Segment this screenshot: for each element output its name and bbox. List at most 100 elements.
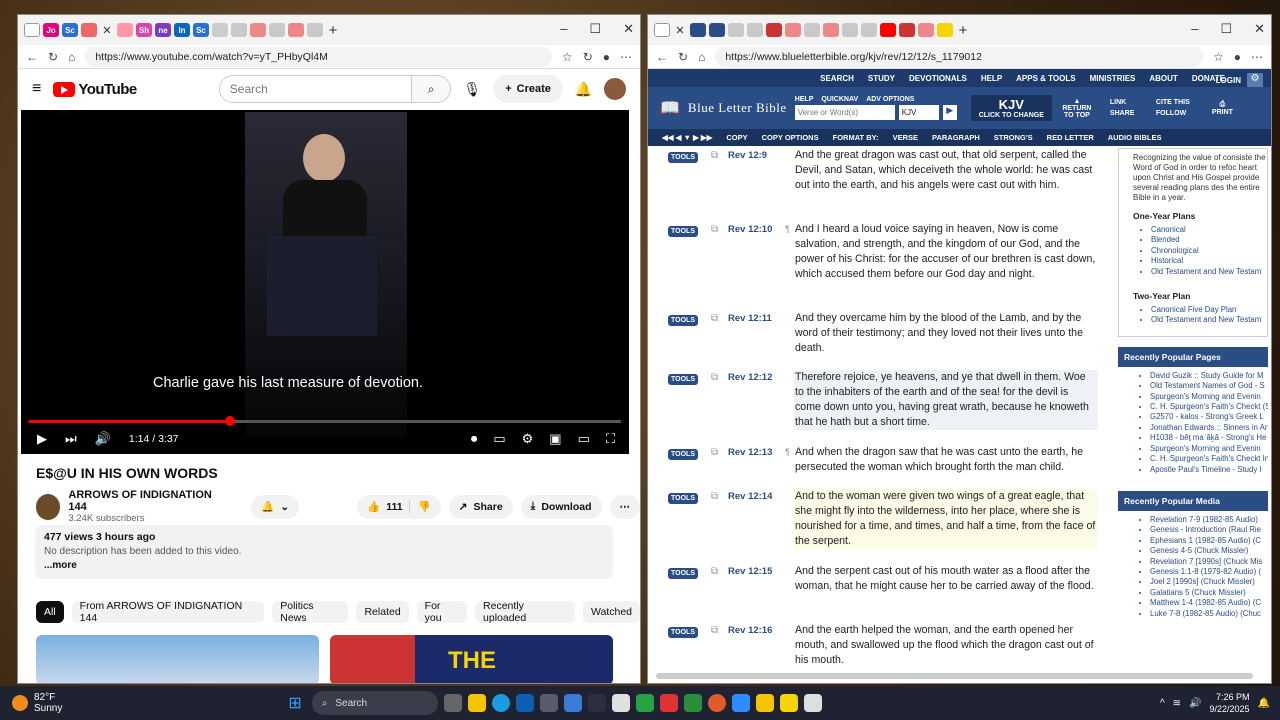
- share-button[interactable]: ↗ Share: [448, 494, 513, 519]
- pages-link[interactable]: H1038 - bêṯ maʿăḵâ - Strong's He (kjv): [1150, 433, 1268, 443]
- app-icon[interactable]: [539, 694, 558, 712]
- cite-button[interactable]: CITE THIS: [1156, 99, 1204, 106]
- progress-bar[interactable]: [29, 416, 621, 426]
- star-icon[interactable]: ☆: [1213, 50, 1224, 64]
- pages-link[interactable]: G2570 - kalos - Strong's Greek L: [1150, 412, 1268, 422]
- close-tab-icon[interactable]: ✕: [673, 24, 687, 37]
- chip-6[interactable]: Watched: [582, 601, 640, 623]
- follow-button[interactable]: FOLLOW: [1156, 110, 1204, 117]
- pages-link[interactable]: Jonathan Edwards :: Sinners in Angry God: [1150, 423, 1268, 433]
- tab-icon[interactable]: [899, 23, 915, 37]
- one_year-link[interactable]: Old Testament and New Testam: [1151, 267, 1267, 277]
- nav-arrows[interactable]: ◀◀ ◀ ▼ ▶ ▶▶: [662, 133, 712, 142]
- media-link[interactable]: Genesis 1:1-8 (1979-82 Audio) (: [1150, 567, 1268, 577]
- tab-icon[interactable]: [654, 23, 670, 37]
- verse-ref[interactable]: Rev 12:16: [728, 625, 772, 636]
- nav-item-0[interactable]: SEARCH: [820, 74, 854, 83]
- menu-icon[interactable]: ⋯: [1251, 50, 1263, 64]
- profile-icon[interactable]: ●: [1234, 50, 1241, 64]
- tab-icon[interactable]: [842, 23, 858, 37]
- pages-link[interactable]: Old Testament Names of God - S: [1150, 381, 1268, 391]
- one_year-link[interactable]: Canonical: [1151, 225, 1267, 235]
- verse-ref[interactable]: Rev 12:14: [728, 491, 772, 502]
- nav-item-3[interactable]: HELP: [981, 74, 1002, 83]
- toolbar-item-0[interactable]: COPY: [726, 133, 747, 142]
- chip-1[interactable]: From ARROWS OF INDIGNATION 144: [71, 600, 265, 624]
- app-icon[interactable]: [563, 694, 582, 712]
- close-tab-icon[interactable]: ✕: [100, 24, 114, 37]
- chip-5[interactable]: Recently uploaded: [475, 600, 575, 624]
- tab-icon[interactable]: [766, 23, 782, 37]
- tab-sc[interactable]: Sc: [62, 23, 78, 37]
- app-icon[interactable]: [611, 694, 630, 712]
- tab-in[interactable]: In: [174, 23, 190, 37]
- edge-icon[interactable]: [491, 694, 510, 712]
- copy-icon[interactable]: ⧉: [711, 447, 718, 458]
- autoplay-toggle[interactable]: ⏺: [471, 431, 478, 447]
- tools-button[interactable]: TOOLS: [668, 627, 698, 638]
- nav-item-2[interactable]: DEVOTIONALS: [909, 74, 967, 83]
- home-icon[interactable]: ⌂: [698, 50, 705, 64]
- back-icon[interactable]: ←: [656, 50, 668, 64]
- url-field[interactable]: https://www.blueletterbible.org/kjv/rev/…: [715, 46, 1203, 67]
- tools-button[interactable]: TOOLS: [668, 568, 698, 579]
- one_year-link[interactable]: Historical: [1151, 256, 1267, 266]
- tab-icon[interactable]: [117, 23, 133, 37]
- version-select[interactable]: KJV: [898, 105, 939, 120]
- change-version-button[interactable]: KJV CLICK TO CHANGE: [970, 95, 1052, 121]
- tools-button[interactable]: TOOLS: [668, 493, 698, 504]
- one_year-link[interactable]: Chronological: [1151, 246, 1267, 256]
- toolbar-item-3[interactable]: VERSE: [893, 133, 918, 142]
- close-window-icon[interactable]: ✕: [623, 21, 634, 37]
- tab-youtube-active[interactable]: [81, 23, 97, 37]
- tab-icon[interactable]: [937, 23, 953, 37]
- settings-icon[interactable]: ⚙: [522, 431, 534, 447]
- toolbar-item-5[interactable]: STRONG'S: [994, 133, 1033, 142]
- copy-icon[interactable]: ⧉: [711, 625, 718, 636]
- toolbar-item-2[interactable]: FORMAT BY:: [833, 133, 879, 142]
- tab-icon[interactable]: [709, 23, 725, 37]
- fullscreen-icon[interactable]: ⛶: [606, 431, 615, 447]
- notification-icon[interactable]: 🔔: [1258, 698, 1270, 709]
- login-link[interactable]: LOGIN: [1216, 76, 1241, 85]
- app-icon[interactable]: [755, 694, 774, 712]
- tab-icon[interactable]: [861, 23, 877, 37]
- minimize-icon[interactable]: –: [1191, 21, 1198, 37]
- pages-link[interactable]: Apostle Paul's Timeline - Study I: [1150, 465, 1268, 475]
- captions-icon[interactable]: ▭: [493, 431, 505, 447]
- clock-time[interactable]: 7:26 PM: [1210, 691, 1250, 703]
- tab-icon[interactable]: [24, 23, 40, 37]
- tab-icon[interactable]: [269, 23, 285, 37]
- gear-icon[interactable]: ⚙: [1247, 73, 1263, 87]
- media-link[interactable]: Revelation 7-9 (1982-85 Audio): [1150, 515, 1268, 525]
- speaker-icon[interactable]: 🔊: [1189, 698, 1201, 709]
- verse-ref[interactable]: Rev 12:11: [728, 313, 772, 324]
- media-link[interactable]: Matthew 1-4 (1982-85 Audio) (C: [1150, 598, 1268, 608]
- two_year-link[interactable]: Old Testament and New Testam: [1151, 315, 1267, 325]
- nav-item-6[interactable]: ABOUT: [1149, 74, 1177, 83]
- menu-icon[interactable]: ⋯: [620, 50, 632, 64]
- horizontal-scrollbar[interactable]: [656, 673, 1253, 679]
- tab-icon[interactable]: [288, 23, 304, 37]
- verse-ref[interactable]: Rev 12:15: [728, 566, 772, 577]
- close-window-icon[interactable]: ✕: [1254, 21, 1265, 37]
- video-thumbnail[interactable]: THE: [330, 635, 613, 683]
- print-button[interactable]: ⎙ PRINT: [1212, 101, 1233, 116]
- tab-icon[interactable]: [785, 23, 801, 37]
- toolbar-item-4[interactable]: PARAGRAPH: [932, 133, 980, 142]
- copy-icon[interactable]: ⧉: [711, 150, 718, 161]
- nav-item-5[interactable]: MINISTRIES: [1090, 74, 1136, 83]
- download-button[interactable]: ⤓ Download: [520, 494, 602, 519]
- new-tab-icon[interactable]: +: [326, 22, 340, 39]
- media-link[interactable]: Luke 7-8 (1982-85 Audio) (Chuc: [1150, 609, 1268, 619]
- toolbar-item-6[interactable]: RED LETTER: [1047, 133, 1094, 142]
- media-link[interactable]: Genesis 4-5 (Chuck Missler): [1150, 546, 1268, 556]
- verse-search-input[interactable]: Verse or Word(s): [794, 105, 895, 120]
- video-player[interactable]: Charlie gave his last measure of devotio…: [21, 110, 629, 454]
- thumbs-down-icon[interactable]: 👎: [408, 500, 431, 513]
- verse-ref[interactable]: Rev 12:10: [728, 224, 772, 235]
- tab-sh[interactable]: Sh: [136, 23, 152, 37]
- clock-date[interactable]: 9/22/2025: [1210, 703, 1250, 715]
- tab-icon[interactable]: [804, 23, 820, 37]
- app-icon[interactable]: [779, 694, 798, 712]
